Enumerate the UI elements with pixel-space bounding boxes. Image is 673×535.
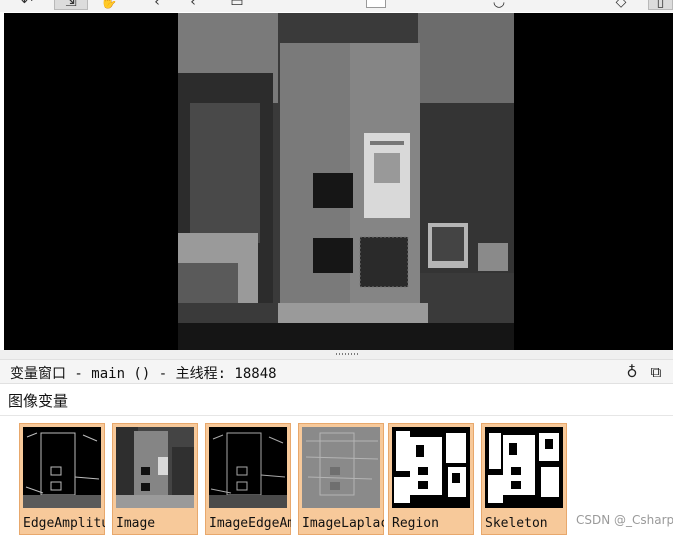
laplace-thumbnail — [302, 427, 380, 508]
restore-icon[interactable]: ⧉ — [646, 362, 666, 382]
search-box[interactable] — [366, 0, 386, 8]
pin-icon[interactable]: ♁ — [622, 362, 642, 382]
hand-icon[interactable]: ✋ — [100, 0, 118, 10]
image-variables-heading: 图像变量 — [8, 392, 69, 410]
tile-label: ImageEdgeAmp — [209, 516, 291, 531]
tile-label: EdgeAmplitude — [23, 516, 105, 531]
pointer-icon[interactable]: ⇲ — [54, 0, 88, 10]
image-variable-tile[interactable]: Region — [388, 423, 474, 535]
tile-label: ImageLaplace — [302, 516, 384, 531]
tile-label: Skeleton — [485, 516, 548, 531]
displayed-image — [178, 13, 514, 350]
divider — [0, 415, 673, 416]
edge-thumbnail — [209, 427, 287, 508]
copy-icon[interactable]: ▯ — [648, 0, 673, 10]
graphics-toolbar: ↶ ⇲ ✋ ‹ ‹ ▭ ◡ ◇ ▯ — [0, 0, 673, 12]
image-variable-tile[interactable]: Image — [112, 423, 198, 535]
tile-label: Region — [392, 516, 439, 531]
image-variable-tile[interactable]: ImageEdgeAmp — [205, 423, 291, 535]
zoom-in-icon[interactable]: ‹ — [148, 0, 166, 10]
edge-thumbnail — [23, 427, 101, 508]
graphics-window[interactable] — [4, 13, 673, 350]
image-variable-tile[interactable]: EdgeAmplitude — [19, 423, 105, 535]
region-thumbnail — [392, 427, 470, 508]
variable-window-title: 变量窗口 - main () - 主线程: 18848 — [10, 366, 277, 382]
watermark: CSDN @_Csharp — [576, 513, 673, 527]
image-variable-tile[interactable]: Skeleton — [481, 423, 567, 535]
zoom-out-icon[interactable]: ‹ — [184, 0, 202, 10]
skeleton-thumbnail — [485, 427, 563, 508]
image-thumbnail — [116, 427, 194, 508]
image-variable-tile[interactable]: ImageLaplace — [298, 423, 384, 535]
lasso-icon[interactable]: ◡ — [490, 0, 508, 10]
undo-icon[interactable]: ↶ — [18, 0, 36, 10]
window-splitter[interactable] — [0, 350, 673, 359]
variable-window-header: 变量窗口 - main () - 主线程: 18848 ♁ ⧉ — [0, 359, 673, 384]
window-icon[interactable]: ▭ — [228, 0, 246, 10]
diamond-icon[interactable]: ◇ — [612, 0, 630, 10]
splitter-grip[interactable] — [336, 353, 358, 355]
tile-label: Image — [116, 516, 156, 531]
